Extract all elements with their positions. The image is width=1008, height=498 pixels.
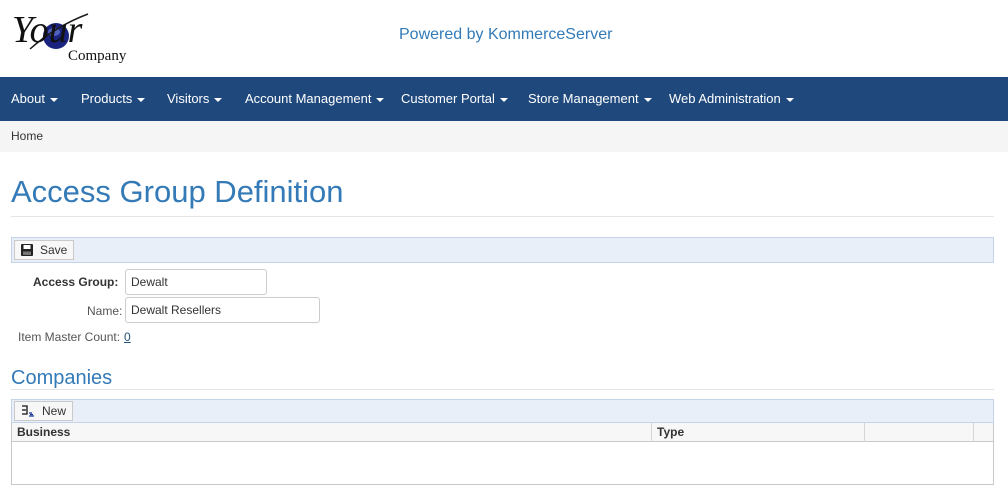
column-header-business[interactable]: Business: [12, 423, 652, 442]
section-divider: [11, 389, 994, 390]
floppy-disk-icon: [21, 244, 33, 256]
nav-item-label: About: [11, 91, 45, 106]
nav-item-label: Products: [81, 91, 133, 106]
nav-item-about[interactable]: About: [11, 77, 58, 121]
grid-header-row: Business Type: [12, 423, 993, 442]
title-divider: [11, 216, 994, 217]
breadcrumb-home[interactable]: Home: [11, 129, 43, 143]
nav-item-label: Web Administration: [669, 91, 781, 106]
nav-item-products[interactable]: Products: [81, 77, 146, 121]
caret-down-icon: [785, 97, 794, 102]
caret-down-icon: [499, 97, 508, 102]
caret-down-icon: [376, 97, 385, 102]
logo-brand-main: Your: [12, 9, 83, 51]
powered-by-text: Powered by KommerceServer: [399, 26, 613, 43]
name-field[interactable]: [125, 297, 320, 323]
nav-item-label: Customer Portal: [401, 91, 495, 106]
save-button-label: Save: [40, 243, 68, 257]
nav-item-label: Visitors: [167, 91, 210, 106]
companies-section-title: Companies: [11, 367, 113, 389]
caret-down-icon: [137, 97, 146, 102]
new-record-icon: [22, 405, 34, 417]
site-header: Your Company Powered by KommerceServer: [0, 0, 1008, 77]
nav-item-label: Account Management: [245, 91, 372, 106]
nav-item-label: Store Management: [528, 91, 639, 106]
name-label: Name:: [87, 304, 123, 318]
column-header-scroll: [974, 423, 993, 442]
breadcrumb: Home: [0, 121, 1008, 152]
grid-body: [12, 443, 993, 484]
nav-item-web-administration[interactable]: Web Administration: [669, 77, 794, 121]
item-master-count-label: Item Master Count:: [18, 330, 121, 344]
column-header-extra: [865, 423, 974, 442]
access-group-label: Access Group:: [33, 275, 119, 289]
caret-down-icon: [49, 97, 58, 102]
new-button-label: New: [42, 404, 67, 418]
nav-item-account-management[interactable]: Account Management: [245, 77, 385, 121]
caret-down-icon: [214, 97, 223, 102]
nav-item-store-management[interactable]: Store Management: [528, 77, 652, 121]
save-button[interactable]: Save: [14, 240, 75, 260]
page-title: Access Group Definition: [11, 174, 344, 209]
form-toolbar: Save: [11, 237, 994, 263]
main-navbar: About Products Visitors Account Manageme…: [0, 77, 1008, 121]
column-header-type[interactable]: Type: [652, 423, 865, 442]
access-group-field[interactable]: [125, 269, 267, 295]
companies-grid: Business Type: [11, 423, 994, 485]
caret-down-icon: [643, 97, 652, 102]
item-master-count-link[interactable]: 0: [124, 330, 131, 344]
new-company-button[interactable]: New: [14, 401, 74, 421]
company-logo[interactable]: Your Company: [10, 4, 150, 68]
nav-item-visitors[interactable]: Visitors: [167, 77, 223, 121]
nav-item-customer-portal[interactable]: Customer Portal: [401, 77, 508, 121]
companies-toolbar: New: [11, 399, 994, 423]
logo-brand-sub: Company: [68, 48, 127, 64]
